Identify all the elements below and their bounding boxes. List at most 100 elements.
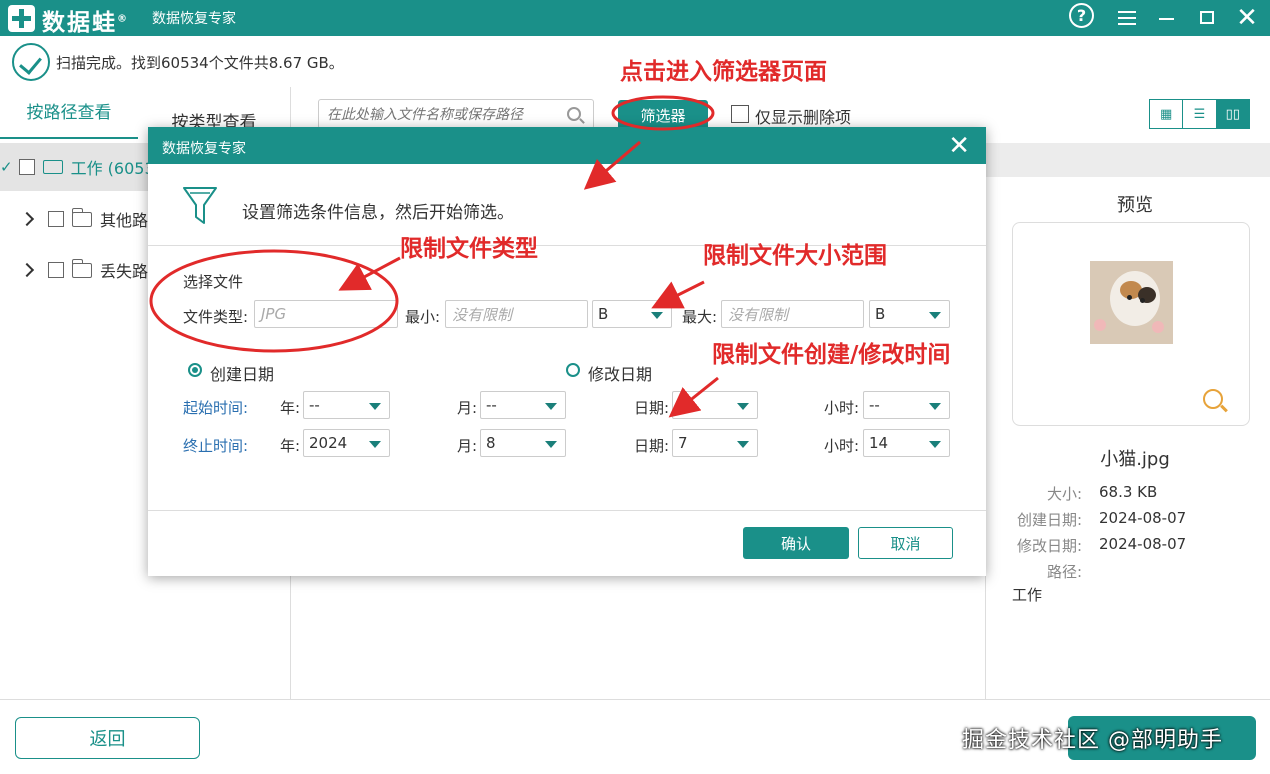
start-day-select[interactable]: -- xyxy=(672,391,758,419)
dropdown-caret-icon xyxy=(651,312,663,319)
scan-complete-icon xyxy=(12,43,50,81)
max-unit-select[interactable]: B xyxy=(869,300,950,328)
dialog-header: 数据恢复专家 ✕ xyxy=(148,127,986,164)
start-month-select[interactable]: -- xyxy=(480,391,566,419)
title-bar: 数据蛙® 数据恢复专家 ? ✕ xyxy=(0,0,1270,36)
end-hour-select[interactable]: 14 xyxy=(863,429,950,457)
dropdown-caret-icon xyxy=(929,312,941,319)
end-day-select[interactable]: 7 xyxy=(672,429,758,457)
created-date-radio[interactable] xyxy=(188,363,202,377)
confirm-button[interactable]: 确认 xyxy=(743,527,849,559)
end-month-select[interactable]: 8 xyxy=(480,429,566,457)
modified-date-label: 修改日期 xyxy=(588,365,653,384)
tree-item-label: 工作 (6053 xyxy=(70,159,155,178)
start-hour-label: 小时: xyxy=(824,399,860,417)
max-unit-value: B xyxy=(875,305,886,323)
tree-checkbox[interactable] xyxy=(48,211,64,227)
menu-icon[interactable] xyxy=(1113,4,1141,32)
active-tab-underline xyxy=(0,137,138,139)
start-year-value: -- xyxy=(309,396,320,414)
created-date-label: 创建日期 xyxy=(210,365,275,384)
dropdown-caret-icon xyxy=(369,441,381,448)
chevron-right-icon[interactable] xyxy=(19,211,35,227)
annotation-limit-time: 限制文件创建/修改时间 xyxy=(712,342,951,368)
watermark-text: 掘金技术社区 @部明助手 xyxy=(962,728,1223,753)
modified-date-radio[interactable] xyxy=(566,363,580,377)
end-day-label: 日期: xyxy=(634,437,670,455)
dropdown-caret-icon xyxy=(737,441,749,448)
start-year-label: 年: xyxy=(280,399,301,417)
prop-size-label: 大小: xyxy=(1046,485,1082,503)
start-hour-select[interactable]: -- xyxy=(863,391,950,419)
end-day-value: 7 xyxy=(678,434,688,452)
grid-view-icon[interactable]: ▦ xyxy=(1150,100,1184,128)
dropdown-caret-icon xyxy=(737,403,749,410)
tree-checkbox[interactable] xyxy=(48,262,64,278)
help-icon[interactable]: ? xyxy=(1069,3,1094,28)
end-year-label: 年: xyxy=(280,437,301,455)
search-input[interactable] xyxy=(327,104,557,126)
app-subtitle: 数据恢复专家 xyxy=(152,11,236,27)
min-size-label: 最小: xyxy=(405,308,441,326)
prop-path-label: 路径: xyxy=(1046,563,1082,581)
list-view-icon[interactable]: ☰ xyxy=(1183,100,1217,128)
close-icon[interactable]: ✕ xyxy=(1233,3,1261,33)
min-unit-value: B xyxy=(598,305,609,323)
select-file-heading: 选择文件 xyxy=(183,273,244,291)
end-year-select[interactable]: 2024 xyxy=(303,429,390,457)
app-logo-icon xyxy=(8,5,35,32)
back-button[interactable]: 返回 xyxy=(15,717,200,759)
start-month-label: 月: xyxy=(457,399,478,417)
prop-path-value: 工作 xyxy=(1012,586,1043,604)
view-mode-group: ▦ ☰ ▯▯ xyxy=(1149,99,1250,129)
start-year-select[interactable]: -- xyxy=(303,391,390,419)
funnel-icon xyxy=(183,187,217,224)
dialog-description: 设置筛选条件信息，然后开始筛选。 xyxy=(242,203,514,223)
prop-size-value: 68.3 KB xyxy=(1099,483,1158,501)
start-hour-value: -- xyxy=(869,396,880,414)
dialog-footer-separator xyxy=(148,510,986,511)
expanded-check-icon: ✓ xyxy=(0,158,13,176)
detail-view-icon[interactable]: ▯▯ xyxy=(1216,100,1249,128)
maximize-icon[interactable] xyxy=(1193,4,1221,32)
start-day-value: -- xyxy=(678,396,689,414)
annotation-limit-size: 限制文件大小范围 xyxy=(703,243,887,269)
dropdown-caret-icon xyxy=(929,403,941,410)
search-box[interactable] xyxy=(318,99,594,129)
start-month-value: -- xyxy=(486,396,497,414)
filter-button[interactable]: 筛选器 xyxy=(618,100,708,130)
dropdown-caret-icon xyxy=(369,403,381,410)
end-year-value: 2024 xyxy=(309,434,348,452)
min-unit-select[interactable]: B xyxy=(592,300,672,328)
chevron-right-icon[interactable] xyxy=(19,262,35,278)
file-type-input[interactable]: JPG xyxy=(254,300,398,328)
folder-icon xyxy=(72,258,92,278)
only-deleted-checkbox[interactable] xyxy=(731,105,749,123)
end-hour-value: 14 xyxy=(869,434,889,452)
start-day-label: 日期: xyxy=(634,399,670,417)
end-hour-label: 小时: xyxy=(824,437,860,455)
search-icon[interactable] xyxy=(567,107,581,121)
dialog-title: 数据恢复专家 xyxy=(162,141,246,157)
zoom-icon[interactable] xyxy=(1203,389,1223,409)
only-deleted-label: 仅显示删除项 xyxy=(755,108,852,127)
dialog-close-icon[interactable]: ✕ xyxy=(948,131,970,161)
preview-file-name: 小猫.jpg xyxy=(1100,449,1170,470)
min-size-input[interactable]: 没有限制 xyxy=(445,300,588,328)
minimize-icon[interactable] xyxy=(1153,4,1181,32)
prop-created-value: 2024-08-07 xyxy=(1099,509,1187,527)
kitten-thumbnail xyxy=(1090,261,1173,344)
folder-icon xyxy=(72,207,92,227)
prop-created-label: 创建日期: xyxy=(1016,511,1082,529)
end-month-label: 月: xyxy=(457,437,478,455)
brand-name: 数据蛙® xyxy=(42,10,129,36)
tab-by-path[interactable]: 按路径查看 xyxy=(0,98,138,123)
drive-icon xyxy=(42,160,63,174)
tree-checkbox[interactable] xyxy=(18,159,35,175)
cancel-button[interactable]: 取消 xyxy=(858,527,953,559)
max-size-label: 最大: xyxy=(682,308,718,326)
start-time-label: 起始时间: xyxy=(183,399,249,417)
dropdown-caret-icon xyxy=(545,403,557,410)
end-time-label: 终止时间: xyxy=(183,437,249,455)
max-size-input[interactable]: 没有限制 xyxy=(721,300,864,328)
